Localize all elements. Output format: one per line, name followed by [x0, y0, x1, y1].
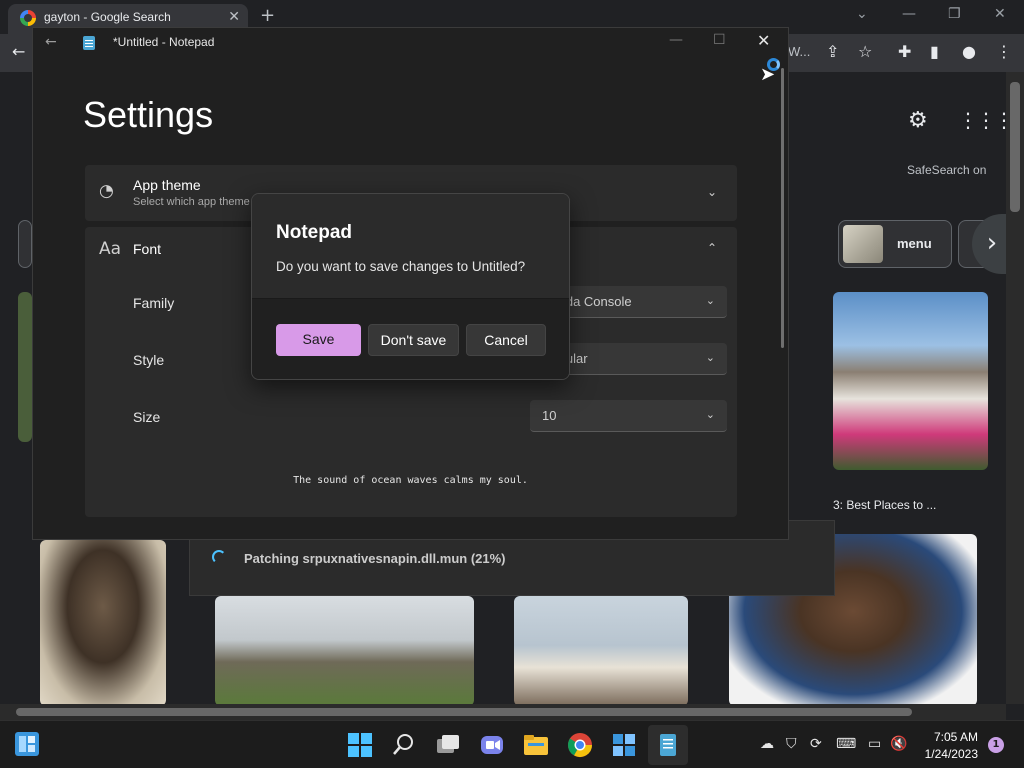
- save-button[interactable]: Save: [276, 324, 361, 356]
- app-theme-subtitle: Select which app theme: [133, 196, 250, 208]
- busy-indicator-icon: [767, 58, 780, 71]
- notepad-minimize-icon[interactable]: —: [669, 32, 683, 48]
- keyboard-icon[interactable]: ⌨: [836, 736, 856, 752]
- extensions-puzzle-icon[interactable]: ✚: [898, 42, 911, 61]
- tab-search-icon[interactable]: ⌄: [856, 6, 868, 22]
- google-settings-gear-icon[interactable]: ⚙: [908, 108, 928, 133]
- page-horizontal-scrollbar[interactable]: [0, 704, 1006, 720]
- progress-spinner-icon: [212, 550, 226, 564]
- safesearch-toggle[interactable]: SafeSearch on: [907, 163, 986, 177]
- font-label: Font: [133, 241, 162, 257]
- notification-badge[interactable]: 1: [988, 737, 1004, 753]
- font-preview-text: The sound of ocean waves calms my soul.: [293, 475, 528, 486]
- google-favicon-icon: [20, 10, 36, 26]
- chrome-taskbar-icon[interactable]: [564, 729, 596, 761]
- result-image-left-partial[interactable]: [18, 292, 32, 442]
- new-tab-icon[interactable]: +: [260, 5, 275, 26]
- save-changes-dialog: Notepad Do you want to save changes to U…: [251, 193, 570, 380]
- profile-icon[interactable]: ●: [962, 42, 976, 61]
- task-view-icon[interactable]: [432, 729, 464, 761]
- chrome-close-icon[interactable]: ✕: [994, 6, 1006, 22]
- back-arrow-icon[interactable]: ←: [12, 42, 25, 61]
- result-image-portrait-vintage[interactable]: [40, 540, 166, 706]
- notepad-title-bar[interactable]: ← *Untitled - Notepad — ☐ ✕: [33, 28, 788, 58]
- bookmark-star-icon[interactable]: ☆: [858, 42, 872, 61]
- horizontal-scroll-thumb[interactable]: [16, 708, 912, 716]
- sync-icon[interactable]: ⟳: [810, 736, 822, 752]
- result-caption[interactable]: 3: Best Places to ...: [833, 498, 936, 512]
- notepad-window-title: *Untitled - Notepad: [113, 35, 215, 49]
- style-label: Style: [133, 352, 165, 368]
- size-dropdown[interactable]: 10 ⌄: [530, 400, 727, 432]
- vertical-scroll-thumb[interactable]: [1010, 82, 1020, 212]
- chevron-down-icon: ⌄: [705, 294, 715, 307]
- security-shield-icon[interactable]: ⛉: [786, 736, 797, 752]
- teams-chat-icon[interactable]: [476, 729, 508, 761]
- chevron-down-icon: ⌄: [705, 351, 715, 364]
- page-vertical-scrollbar[interactable]: [1006, 72, 1024, 704]
- chevron-down-icon[interactable]: ⌄: [707, 185, 717, 199]
- start-windows-icon[interactable]: [344, 729, 376, 761]
- app-theme-label: App theme: [133, 177, 201, 193]
- result-image-pub[interactable]: [833, 292, 988, 470]
- volume-muted-icon[interactable]: 🔇: [890, 736, 907, 752]
- progress-status-text: Patching srpuxnativesnapin.dll.mun (21%): [244, 551, 506, 566]
- chrome-minimize-icon[interactable]: —: [902, 6, 916, 22]
- chip-thumbnail: [843, 225, 883, 263]
- tab-title: gayton - Google Search: [44, 10, 171, 24]
- side-panel-icon[interactable]: ▮: [930, 42, 939, 61]
- result-image-village-sign[interactable]: [514, 596, 688, 706]
- filter-chip-menu[interactable]: menu: [838, 220, 952, 268]
- cancel-button[interactable]: Cancel: [466, 324, 546, 356]
- font-icon: Aa: [99, 239, 122, 259]
- palette-icon: ◔: [99, 181, 114, 201]
- widgets-icon[interactable]: [14, 731, 40, 757]
- chip-label: menu: [897, 236, 932, 251]
- result-image-windmill[interactable]: [215, 596, 474, 706]
- chevron-up-icon[interactable]: ⌃: [707, 241, 717, 255]
- file-explorer-icon[interactable]: [520, 729, 552, 761]
- notepad-taskbar-icon[interactable]: [648, 725, 688, 765]
- chrome-restore-icon[interactable]: ❐: [948, 6, 961, 22]
- size-label: Size: [133, 409, 161, 425]
- dialog-title: Notepad: [276, 222, 352, 243]
- notepad-close-icon[interactable]: ✕: [757, 31, 770, 50]
- search-icon[interactable]: [388, 729, 420, 761]
- google-apps-grid-icon[interactable]: ⋮⋮⋮: [958, 108, 1014, 132]
- control-panel-icon[interactable]: [608, 729, 640, 761]
- windows-taskbar: ☁ ⛉ ⟳ ⌨ ▭ 🔇 7:05 AM 1/24/2023 1: [0, 720, 1024, 768]
- filter-chip-left-partial[interactable]: [18, 220, 32, 268]
- dont-save-button[interactable]: Don't save: [368, 324, 459, 356]
- notepad-back-arrow-icon[interactable]: ←: [45, 34, 57, 50]
- display-icon[interactable]: ▭: [868, 736, 881, 752]
- notepad-maximize-icon[interactable]: ☐: [713, 32, 726, 48]
- network-disconnected-icon[interactable]: ☁: [760, 736, 774, 752]
- clock-date[interactable]: 1/24/2023: [912, 747, 978, 761]
- share-icon[interactable]: ⇪: [826, 42, 839, 61]
- dialog-message: Do you want to save changes to Untitled?: [276, 259, 526, 274]
- tab-close-icon[interactable]: ✕: [228, 9, 240, 25]
- dialog-content: Notepad Do you want to save changes to U…: [252, 194, 569, 298]
- settings-page-title: Settings: [83, 94, 214, 135]
- notepad-app-icon: [83, 36, 95, 50]
- menu-kebab-icon[interactable]: ⋮: [996, 42, 1012, 61]
- clock-time[interactable]: 7:05 AM: [920, 730, 978, 744]
- size-value: 10: [542, 408, 557, 423]
- family-label: Family: [133, 295, 175, 311]
- omnibox-text[interactable]: W...: [788, 44, 810, 59]
- chevron-down-icon: ⌄: [705, 408, 715, 421]
- settings-scrollbar[interactable]: [781, 68, 784, 348]
